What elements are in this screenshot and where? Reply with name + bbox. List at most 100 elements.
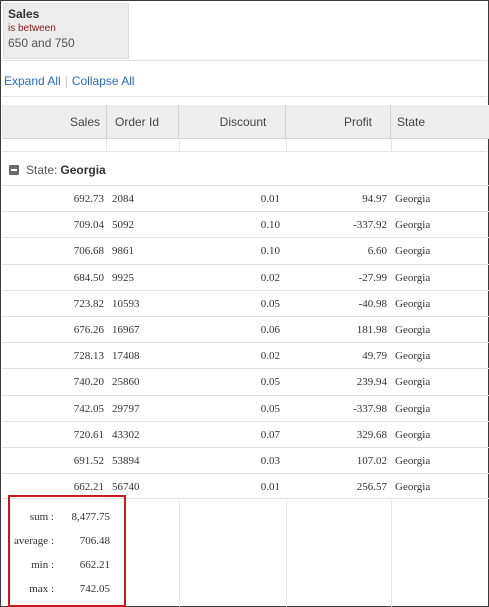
- cell-state: Georgia: [395, 454, 431, 467]
- table-row[interactable]: 676.26 16967 0.06 181.98 Georgia: [2, 315, 489, 342]
- cell-profit: 6.60: [367, 245, 387, 258]
- cell-order-id: 9925: [112, 271, 134, 284]
- column-divider: [286, 500, 287, 607]
- cell-sales: 684.50: [73, 271, 104, 284]
- column-divider: [286, 139, 287, 151]
- table-row[interactable]: 720.61 43302 0.07 329.68 Georgia: [2, 420, 489, 447]
- column-divider: [391, 500, 392, 607]
- sales-filter-chip[interactable]: Sales is between 650 and 750: [3, 3, 129, 59]
- table-row[interactable]: 728.13 17408 0.02 49.79 Georgia: [2, 342, 489, 368]
- cell-state: Georgia: [395, 245, 431, 258]
- divider: [2, 151, 487, 152]
- expand-all-link[interactable]: Expand All: [4, 74, 61, 88]
- cell-discount: 0.01: [260, 481, 280, 494]
- table-row[interactable]: 742.05 29797 0.05 -337.98 Georgia: [2, 394, 489, 421]
- column-header-discount[interactable]: Discount: [179, 105, 286, 139]
- table-body: 692.73 2084 0.01 94.97 Georgia 709.04 5092 0.10…: [2, 185, 489, 500]
- summary-row: sum : 8,477.75: [10, 509, 124, 525]
- cell-order-id: 53894: [112, 454, 140, 467]
- table-row[interactable]: 692.73 2084 0.01 94.97 Georgia: [2, 185, 489, 211]
- cell-state: Georgia: [395, 271, 431, 284]
- cell-state: Georgia: [395, 323, 431, 336]
- cell-profit: -337.92: [353, 219, 387, 232]
- cell-order-id: 2084: [112, 193, 134, 205]
- cell-state: Georgia: [395, 481, 431, 494]
- cell-profit: 239.94: [356, 376, 387, 389]
- cell-state: Georgia: [395, 297, 431, 310]
- cell-order-id: 25860: [112, 376, 140, 389]
- table-row[interactable]: 706.68 9861 0.10 6.60 Georgia: [2, 237, 489, 263]
- collapse-minus-icon[interactable]: [9, 165, 19, 175]
- grid-panel: Sales is between 650 and 750 Expand All |…: [0, 0, 489, 607]
- column-header-profit[interactable]: Profit: [286, 105, 391, 139]
- cell-profit: -27.99: [358, 271, 387, 284]
- column-divider: [179, 500, 180, 607]
- summary-label: average :: [14, 535, 54, 547]
- cell-state: Georgia: [395, 219, 431, 232]
- cell-discount: 0.10: [260, 219, 280, 232]
- divider: [2, 60, 487, 61]
- cell-state: Georgia: [395, 193, 431, 205]
- summary-label: max :: [29, 583, 54, 595]
- cell-order-id: 17408: [112, 350, 140, 363]
- summary-row: min : 662.21: [10, 557, 124, 573]
- divider: [2, 96, 487, 97]
- cell-order-id: 5092: [112, 219, 134, 232]
- summary-value: 742.05: [79, 583, 110, 595]
- cell-sales: 692.73: [73, 193, 104, 205]
- cell-profit: 256.57: [356, 481, 387, 494]
- table-header: Sales Order Id Discount Profit State: [2, 105, 489, 139]
- cell-order-id: 43302: [112, 428, 140, 441]
- collapse-all-link[interactable]: Collapse All: [72, 74, 135, 88]
- cell-sales: 706.68: [73, 245, 104, 258]
- cell-state: Georgia: [395, 402, 431, 415]
- cell-profit: 49.79: [362, 350, 387, 363]
- column-header-state[interactable]: State: [391, 105, 489, 139]
- summary-row: max : 742.05: [10, 581, 124, 597]
- table-row[interactable]: 691.52 53894 0.03 107.02 Georgia: [2, 446, 489, 473]
- column-header-sales[interactable]: Sales: [2, 105, 107, 139]
- cell-discount: 0.05: [260, 376, 280, 389]
- filter-value-label: 650 and 750: [8, 36, 75, 50]
- summary-label: min :: [31, 559, 54, 571]
- column-divider: [106, 139, 107, 151]
- cell-sales: 740.20: [73, 376, 104, 389]
- cell-profit: 329.68: [356, 428, 387, 441]
- cell-order-id: 10593: [112, 297, 140, 310]
- cell-discount: 0.06: [260, 323, 280, 336]
- cell-discount: 0.07: [260, 428, 280, 441]
- cell-state: Georgia: [395, 428, 431, 441]
- table-row[interactable]: 740.20 25860 0.05 239.94 Georgia: [2, 368, 489, 394]
- cell-discount: 0.05: [260, 297, 280, 310]
- cell-sales: 742.05: [73, 402, 104, 415]
- column-header-order-id[interactable]: Order Id: [107, 105, 179, 139]
- cell-sales: 676.26: [73, 323, 104, 336]
- cell-sales: 728.13: [73, 350, 104, 363]
- table-row[interactable]: 723.82 10593 0.05 -40.98 Georgia: [2, 289, 489, 316]
- cell-discount: 0.02: [260, 350, 280, 363]
- group-header-georgia[interactable]: State: Georgia: [9, 161, 106, 179]
- cell-discount: 0.02: [260, 271, 280, 284]
- column-divider: [391, 139, 392, 151]
- cell-discount: 0.03: [260, 454, 280, 467]
- filter-operator-label: is between: [8, 23, 56, 34]
- cell-discount: 0.01: [260, 193, 280, 205]
- summary-value: 706.48: [79, 535, 110, 547]
- cell-profit: 107.02: [356, 454, 387, 467]
- summary-row: average : 706.48: [10, 533, 124, 549]
- cell-profit: 181.98: [356, 323, 387, 336]
- actions-separator: |: [64, 74, 68, 88]
- cell-order-id: 29797: [112, 402, 140, 415]
- cell-state: Georgia: [395, 376, 431, 389]
- group-value: Georgia: [60, 163, 106, 177]
- cell-profit: -337.98: [353, 402, 387, 415]
- cell-profit: 94.97: [362, 193, 387, 205]
- table-row[interactable]: 709.04 5092 0.10 -337.92 Georgia: [2, 211, 489, 237]
- filter-field-label: Sales: [8, 7, 40, 21]
- grouping-actions: Expand All | Collapse All: [4, 74, 135, 88]
- table-row[interactable]: 684.50 9925 0.02 -27.99 Georgia: [2, 263, 489, 290]
- group-label: State:: [26, 163, 58, 177]
- cell-discount: 0.05: [260, 402, 280, 415]
- column-divider: [179, 139, 180, 151]
- cell-sales: 709.04: [73, 219, 104, 232]
